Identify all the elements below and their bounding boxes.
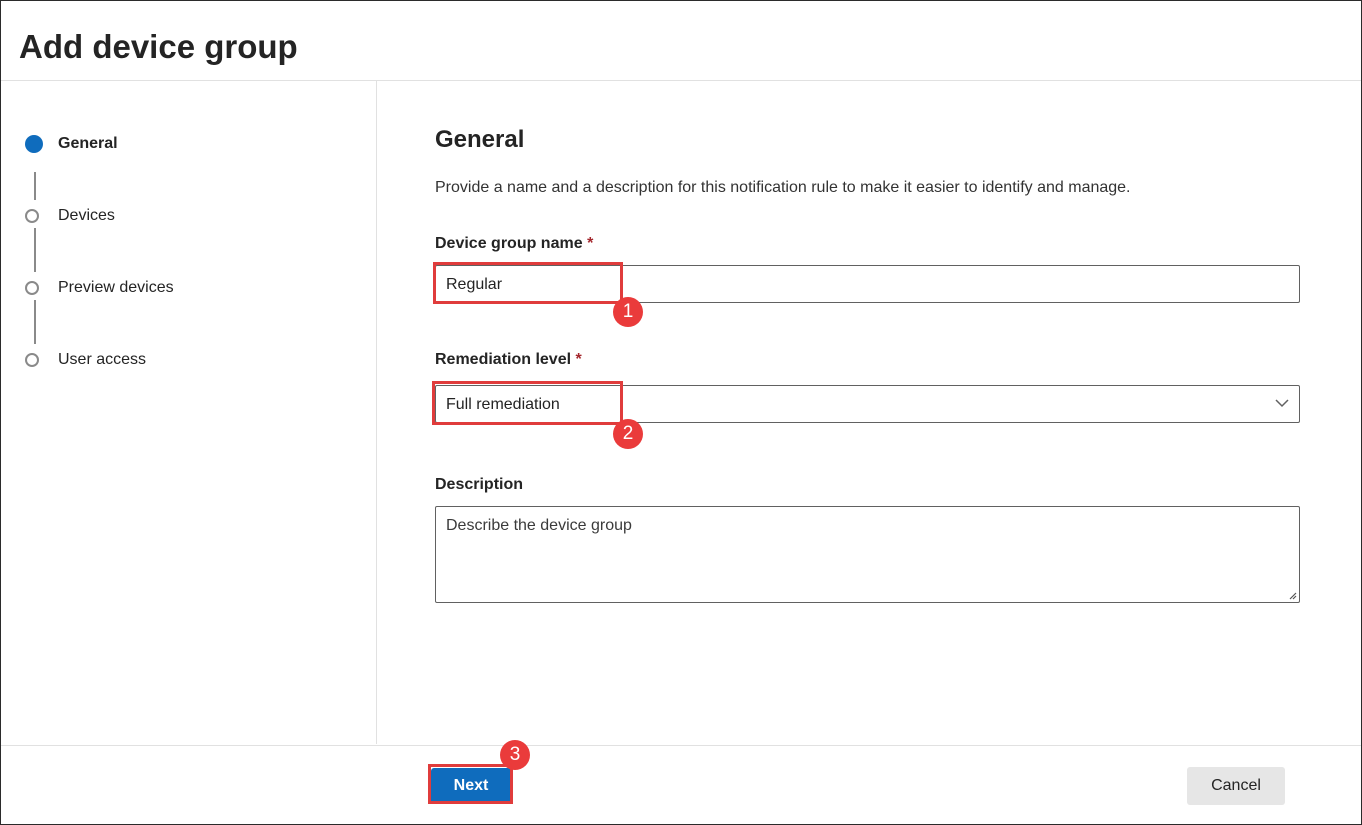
dropdown-selected-value: Full remediation [446,396,560,413]
step-connector [34,300,36,344]
dialog-title: Add device group [19,28,298,65]
description-label: Description [435,476,524,493]
field-label-text: Device group name [435,235,583,252]
next-button[interactable]: Next [431,768,511,804]
input-value: Regular [446,276,503,293]
step-connector [34,172,36,200]
step-pending-icon [25,353,39,367]
general-form: General Provide a name and a description… [377,81,1361,744]
section-title: General [435,126,525,153]
step-label: Preview devices [58,279,174,296]
annotation-badge: 2 [613,419,643,449]
step-connector [34,228,36,272]
step-user-access[interactable]: User access [1,350,301,374]
chevron-down-icon [1275,399,1289,408]
dialog-footer: Next Cancel [1,745,1361,825]
annotation-badge: 3 [500,740,530,770]
step-general[interactable]: General [1,134,301,158]
section-description: Provide a name and a description for thi… [435,179,1131,196]
field-label-text: Remediation level [435,351,572,368]
description-textarea[interactable]: Describe the device group [435,506,1300,603]
resize-grip-icon[interactable] [1287,590,1297,600]
step-preview-devices[interactable]: Preview devices [1,278,301,302]
annotation-badge: 1 [613,297,643,327]
dialog-header: Add device group [1,1,1361,81]
required-mark: * [575,351,582,368]
step-pending-icon [25,209,39,223]
step-devices[interactable]: Devices [1,206,301,230]
remediation-level-label: Remediation level * [435,350,582,370]
remediation-level-dropdown[interactable]: Full remediation [435,385,1300,423]
textarea-placeholder: Describe the device group [446,517,632,534]
wizard-steps: General Devices Preview devices User acc… [1,81,377,744]
device-group-name-input[interactable]: Regular [435,265,1300,303]
step-label: User access [58,351,147,368]
dialog: Add device group General Devices Preview… [0,0,1362,825]
step-label: General [58,135,118,152]
required-mark: * [587,235,594,252]
step-label: Devices [58,207,115,224]
cancel-button[interactable]: Cancel [1187,767,1285,805]
device-group-name-label: Device group name * [435,234,593,254]
step-active-icon [25,135,43,153]
step-pending-icon [25,281,39,295]
